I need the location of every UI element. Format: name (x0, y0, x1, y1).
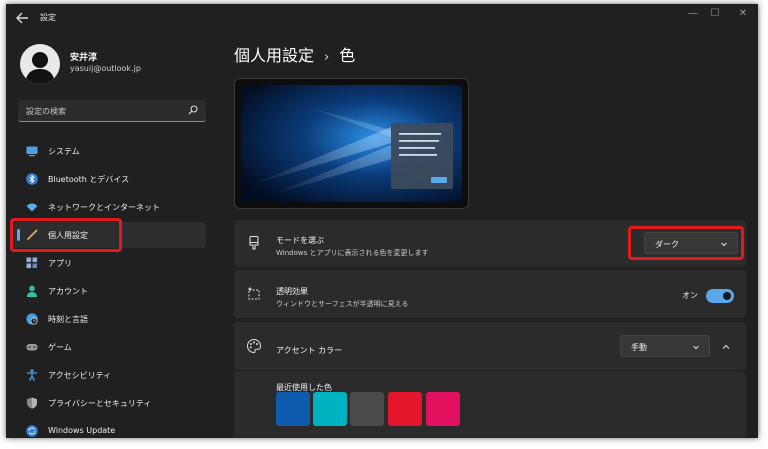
sidebar-item-windows-update[interactable]: Windows Update (14, 418, 206, 438)
window-title: 設定 (40, 13, 56, 22)
gamepad-icon (26, 344, 38, 351)
apps-icon (26, 257, 38, 269)
sidebar-item-label: アクセシビリティ (48, 371, 112, 380)
chevron-up-icon[interactable] (720, 341, 732, 353)
recent-color-swatch-3[interactable] (350, 392, 384, 426)
breadcrumb-parent[interactable]: 個人用設定 (234, 46, 314, 65)
highlight-box-personalization (10, 218, 122, 252)
sidebar-item-label: アプリ (48, 259, 72, 268)
wifi-icon (26, 203, 38, 212)
transparency-subtitle: ウィンドウとサーフェスが半透明に見える (276, 300, 409, 308)
toggle-knob (723, 292, 731, 300)
minimize-button[interactable]: — (684, 7, 702, 21)
palette-icon (247, 338, 262, 354)
accessibility-icon (27, 369, 37, 381)
accent-color-dropdown-value: 手動 (631, 343, 647, 352)
mode-subtitle: Windows とアプリに表示される色を変更します (276, 249, 429, 257)
breadcrumb: 個人用設定 › 色 (234, 42, 355, 66)
back-arrow-icon[interactable] (14, 10, 32, 26)
highlight-box-mode-dropdown (628, 226, 744, 260)
close-button[interactable]: ✕ (734, 7, 752, 21)
accent-color-title: アクセント カラー (276, 346, 343, 355)
sidebar-item-label: アカウント (48, 287, 88, 296)
user-name: 安井淳 (70, 53, 98, 63)
user-email: yasuij@outlook.jp (70, 64, 141, 73)
sidebar-item-label: 時刻と言語 (48, 315, 88, 324)
search-box[interactable] (18, 100, 206, 122)
sidebar-item-label: システム (48, 147, 80, 156)
sidebar-item-label: Bluetooth とデバイス (48, 175, 130, 184)
transparency-title: 透明効果 (276, 287, 308, 296)
sidebar-item-apps[interactable]: アプリ (14, 250, 206, 276)
sidebar-item-system[interactable]: システム (14, 138, 206, 164)
update-icon (26, 425, 38, 437)
sidebar-item-time-language[interactable]: 時刻と言語 (14, 306, 206, 332)
transparency-card: 透明効果 ウィンドウとサーフェスが半透明に見える オン (234, 270, 746, 318)
avatar[interactable] (20, 44, 60, 84)
clock-globe-icon (26, 313, 38, 325)
monitor-icon (26, 146, 38, 157)
transparency-toggle[interactable] (706, 289, 734, 303)
sidebar-item-label: Windows Update (48, 426, 116, 435)
transparency-toggle-state: オン (682, 291, 698, 300)
shield-icon (27, 397, 37, 409)
sidebar-item-label: プライバシーとセキュリティ (48, 399, 152, 408)
chevron-down-icon (693, 345, 699, 350)
search-icon[interactable] (188, 105, 198, 115)
sidebar-item-network[interactable]: ネットワークとインターネット (14, 194, 206, 220)
user-avatar-icon (25, 52, 55, 84)
sidebar-item-gaming[interactable]: ゲーム (14, 334, 206, 360)
theme-preview (234, 78, 469, 209)
sidebar-item-label: ネットワークとインターネット (48, 203, 160, 212)
mode-title: モードを選ぶ (276, 236, 324, 245)
page-title: 色 (339, 46, 356, 65)
recent-color-swatch-2[interactable] (313, 392, 347, 426)
sidebar-item-accessibility[interactable]: アクセシビリティ (14, 362, 206, 388)
desktop-preview-image (241, 85, 462, 202)
recent-color-swatch-5[interactable] (426, 392, 460, 426)
person-icon (27, 285, 37, 297)
search-input[interactable] (26, 104, 186, 118)
breadcrumb-separator: › (324, 50, 330, 65)
bluetooth-icon (26, 173, 38, 185)
settings-window: 設定 — ☐ ✕ 安井淳 yasuij@outlook.jp システム Bl (6, 4, 758, 438)
title-bar: 設定 — ☐ ✕ (6, 4, 758, 32)
sidebar-item-accounts[interactable]: アカウント (14, 278, 206, 304)
sidebar-item-label: ゲーム (48, 343, 72, 352)
accent-color-dropdown[interactable]: 手動 (620, 335, 710, 357)
transparency-icon (247, 286, 260, 300)
sidebar-item-bluetooth[interactable]: Bluetooth とデバイス (14, 166, 206, 192)
recent-color-swatch-4[interactable] (388, 392, 422, 426)
paint-brush-icon (249, 235, 259, 250)
sidebar-item-privacy-security[interactable]: プライバシーとセキュリティ (14, 390, 206, 416)
recent-color-swatch-1[interactable] (276, 392, 310, 426)
maximize-button[interactable]: ☐ (706, 7, 724, 21)
accent-color-card[interactable]: アクセント カラー 手動 (234, 322, 746, 370)
